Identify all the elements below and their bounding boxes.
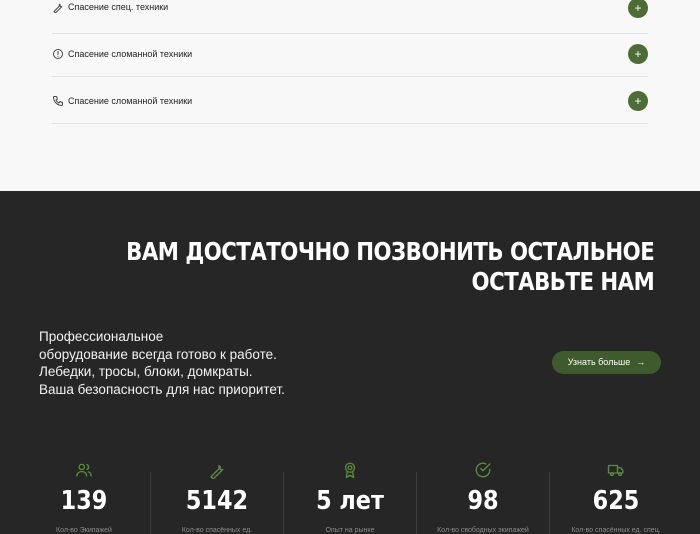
award-icon	[344, 462, 356, 479]
stat-caption: Кол-во спасённых ед.	[181, 527, 253, 534]
users-icon	[76, 463, 92, 477]
stat-item: 5142 Кол-во спасённых ед.	[151, 458, 283, 534]
stat-value: 98	[467, 486, 499, 516]
phone-icon	[53, 96, 63, 106]
hero-headline-line: ОСТАВЬТЕ НАМ	[471, 267, 654, 296]
accordion-item[interactable]: Спасение сломанной техники +	[52, 76, 648, 124]
wrench-icon	[210, 465, 224, 479]
stat-value: 5142	[185, 486, 249, 516]
stat-caption: Опыт на рынке	[325, 527, 375, 534]
hero-headline: ВАМ ДОСТАТОЧНО ПОЗВОНИТЬ ОСТАЛЬНОЕ ОСТАВ…	[125, 237, 655, 297]
arrow-right-icon: →	[636, 357, 646, 367]
stat-caption: Кол-во Экипажей	[56, 527, 112, 534]
accordion-item-label: Спасение спец. техники	[68, 2, 169, 12]
stats-row: 139 Кол-во Экипажей 5142 Кол-во спасённы…	[18, 458, 682, 534]
stat-caption: Кол-во свободных экипажей	[437, 527, 529, 534]
stat-item: 98 Кол-во свободных экипажей	[417, 458, 549, 534]
intro-line: Профессиональное	[39, 329, 164, 344]
intro-line: оборудование всегда готово к работе.	[39, 346, 277, 362]
expand-button[interactable]: +	[628, 0, 648, 18]
hero-headline-line: ВАМ ДОСТАТОЧНО ПОЗВОНИТЬ ОСТАЛЬНОЕ	[125, 237, 655, 266]
check-circle-icon	[475, 462, 491, 478]
stat-item: 5 лет Опыт на рынке	[284, 458, 416, 534]
stat-item: 625 Кол-во спасённых ед. спец.	[550, 458, 682, 534]
stat-item: 139 Кол-во Экипажей	[18, 458, 150, 534]
hero-section: ВАМ ДОСТАТОЧНО ПОЗВОНИТЬ ОСТАЛЬНОЕ ОСТАВ…	[0, 191, 700, 534]
expand-button[interactable]: +	[628, 44, 648, 64]
wrench-icon	[53, 3, 63, 13]
intro-line: Ваша безопасность для нас приоритет.	[39, 381, 285, 397]
intro-line: Лебедки, тросы, блоки, домкраты.	[39, 364, 253, 379]
alert-circle-icon	[53, 49, 63, 59]
expand-button[interactable]: +	[628, 91, 648, 111]
services-accordion: Спасение спец. техники + Спасение сломан…	[0, 0, 700, 191]
stat-value: 5 лет	[316, 486, 384, 516]
accordion-item-label: Спасение сломанной техники	[68, 96, 193, 106]
accordion-item[interactable]: Спасение сломанной техники +	[52, 29, 648, 77]
hero-intro-text: Профессиональное оборудование всегда гот…	[39, 328, 339, 398]
learn-more-button[interactable]: Узнать больше →	[552, 351, 661, 374]
stat-value: 139	[60, 486, 108, 516]
truck-icon	[607, 464, 624, 477]
accordion-item-label: Спасение сломанной техники	[68, 49, 193, 59]
stat-caption: Кол-во спасённых ед. спец.	[571, 527, 661, 534]
stat-value: 625	[592, 486, 640, 516]
learn-more-label: Узнать больше	[567, 357, 631, 367]
